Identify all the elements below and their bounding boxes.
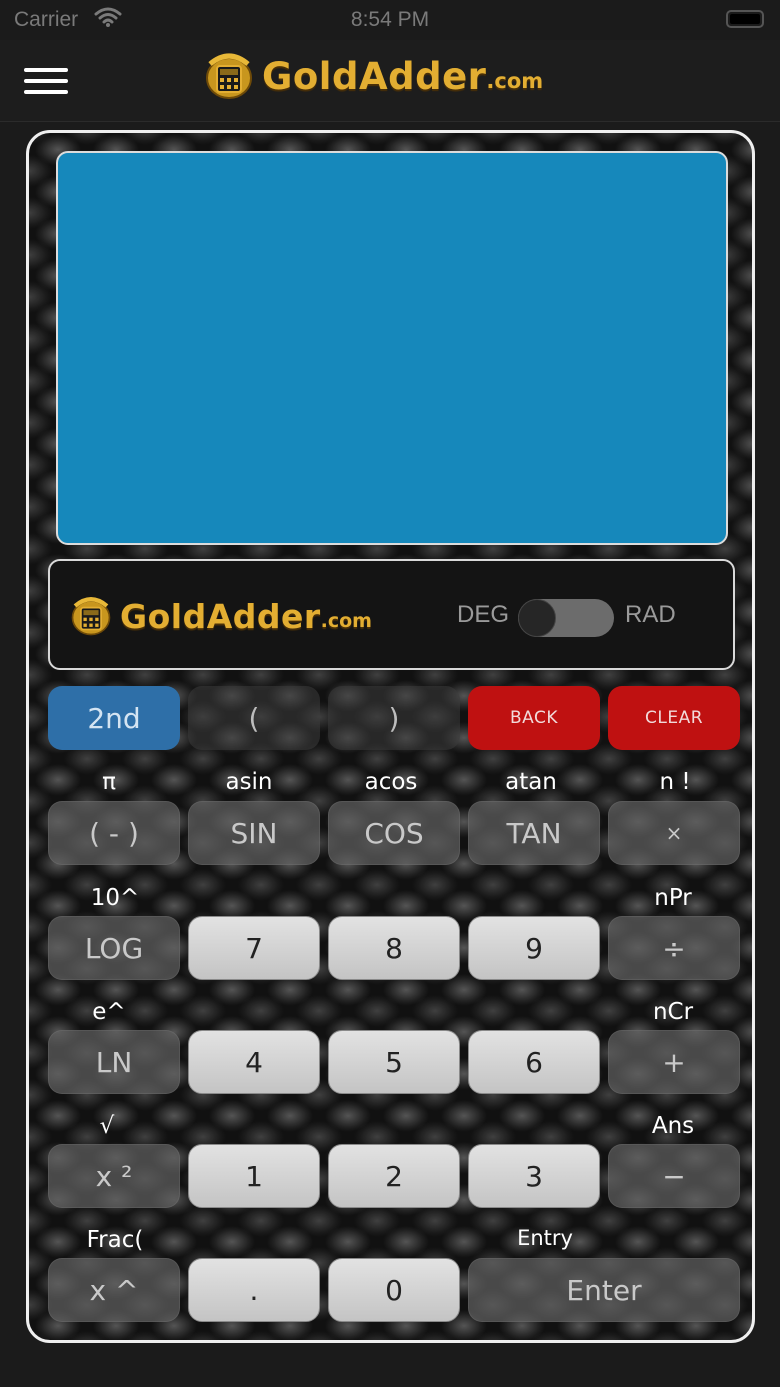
- rad-label: RAD: [625, 601, 676, 628]
- asin-label: asin: [225, 769, 273, 795]
- header-logo: GoldAdder .com: [204, 46, 543, 106]
- digit-1-button[interactable]: 1: [188, 1144, 320, 1208]
- deg-label: DEG: [457, 601, 510, 628]
- second-function-button[interactable]: 2nd: [48, 686, 180, 750]
- digit-2-button[interactable]: 2: [328, 1144, 460, 1208]
- nav-bar: GoldAdder .com: [0, 40, 780, 122]
- enter-button[interactable]: Enter: [468, 1258, 740, 1322]
- digit-6-button[interactable]: 6: [468, 1030, 600, 1094]
- back-button[interactable]: BACK: [468, 686, 600, 750]
- fraction-label: Frac(: [86, 1227, 144, 1253]
- pi-label: π: [102, 769, 116, 795]
- brand-name: GoldAdder: [120, 596, 321, 636]
- ncr-label: nCr: [652, 999, 694, 1025]
- calculator-logo-icon: [71, 597, 111, 636]
- negate-button[interactable]: ( - ): [48, 801, 180, 865]
- multiply-button[interactable]: ×: [608, 801, 740, 865]
- cos-button[interactable]: COS: [328, 801, 460, 865]
- mode-bar: GoldAdder .com DEG RAD: [48, 559, 735, 670]
- acos-label: acos: [364, 769, 418, 795]
- tan-button[interactable]: TAN: [468, 801, 600, 865]
- calculator-logo-icon: [206, 53, 252, 99]
- digit-9-button[interactable]: 9: [468, 916, 600, 980]
- panel-logo: GoldAdder .com: [70, 591, 372, 641]
- digit-4-button[interactable]: 4: [188, 1030, 320, 1094]
- battery-icon: [726, 10, 764, 28]
- sqrt-label: √: [99, 1113, 115, 1139]
- digit-3-button[interactable]: 3: [468, 1144, 600, 1208]
- menu-icon[interactable]: [24, 66, 68, 96]
- atan-label: atan: [505, 769, 557, 795]
- sin-button[interactable]: SIN: [188, 801, 320, 865]
- ln-button[interactable]: LN: [48, 1030, 180, 1094]
- add-button[interactable]: +: [608, 1030, 740, 1094]
- brand-tld: .com: [486, 69, 544, 93]
- close-paren-button[interactable]: ): [328, 686, 460, 750]
- factorial-label: n !: [659, 769, 691, 795]
- clear-button[interactable]: CLEAR: [608, 686, 740, 750]
- calculator-display: [56, 151, 728, 545]
- divide-button[interactable]: ÷: [608, 916, 740, 980]
- decimal-point-button[interactable]: .: [188, 1258, 320, 1322]
- subtract-button[interactable]: −: [608, 1144, 740, 1208]
- digit-5-button[interactable]: 5: [328, 1030, 460, 1094]
- brand-tld: .com: [320, 610, 372, 632]
- status-bar: Carrier 8:54 PM: [0, 0, 780, 40]
- digit-7-button[interactable]: 7: [188, 916, 320, 980]
- pow10-label: 10^: [90, 885, 140, 911]
- clock: 8:54 PM: [350, 8, 430, 31]
- open-paren-button[interactable]: (: [188, 686, 320, 750]
- calculator-panel: GoldAdder .com DEG RAD .com 2nd ( ) BACK…: [26, 130, 755, 1343]
- exp-label: e^: [92, 999, 126, 1025]
- toggle-knob: [518, 599, 556, 637]
- digit-8-button[interactable]: 8: [328, 916, 460, 980]
- digit-0-button[interactable]: 0: [328, 1258, 460, 1322]
- square-button[interactable]: x ²: [48, 1144, 180, 1208]
- npr-label: nPr: [654, 885, 692, 911]
- entry-label: Entry: [517, 1226, 573, 1250]
- power-button[interactable]: x ^: [48, 1258, 180, 1322]
- deg-rad-toggle[interactable]: [518, 599, 614, 637]
- log-button[interactable]: LOG: [48, 916, 180, 980]
- ans-label: Ans: [651, 1113, 695, 1139]
- brand-name: GoldAdder: [262, 54, 487, 98]
